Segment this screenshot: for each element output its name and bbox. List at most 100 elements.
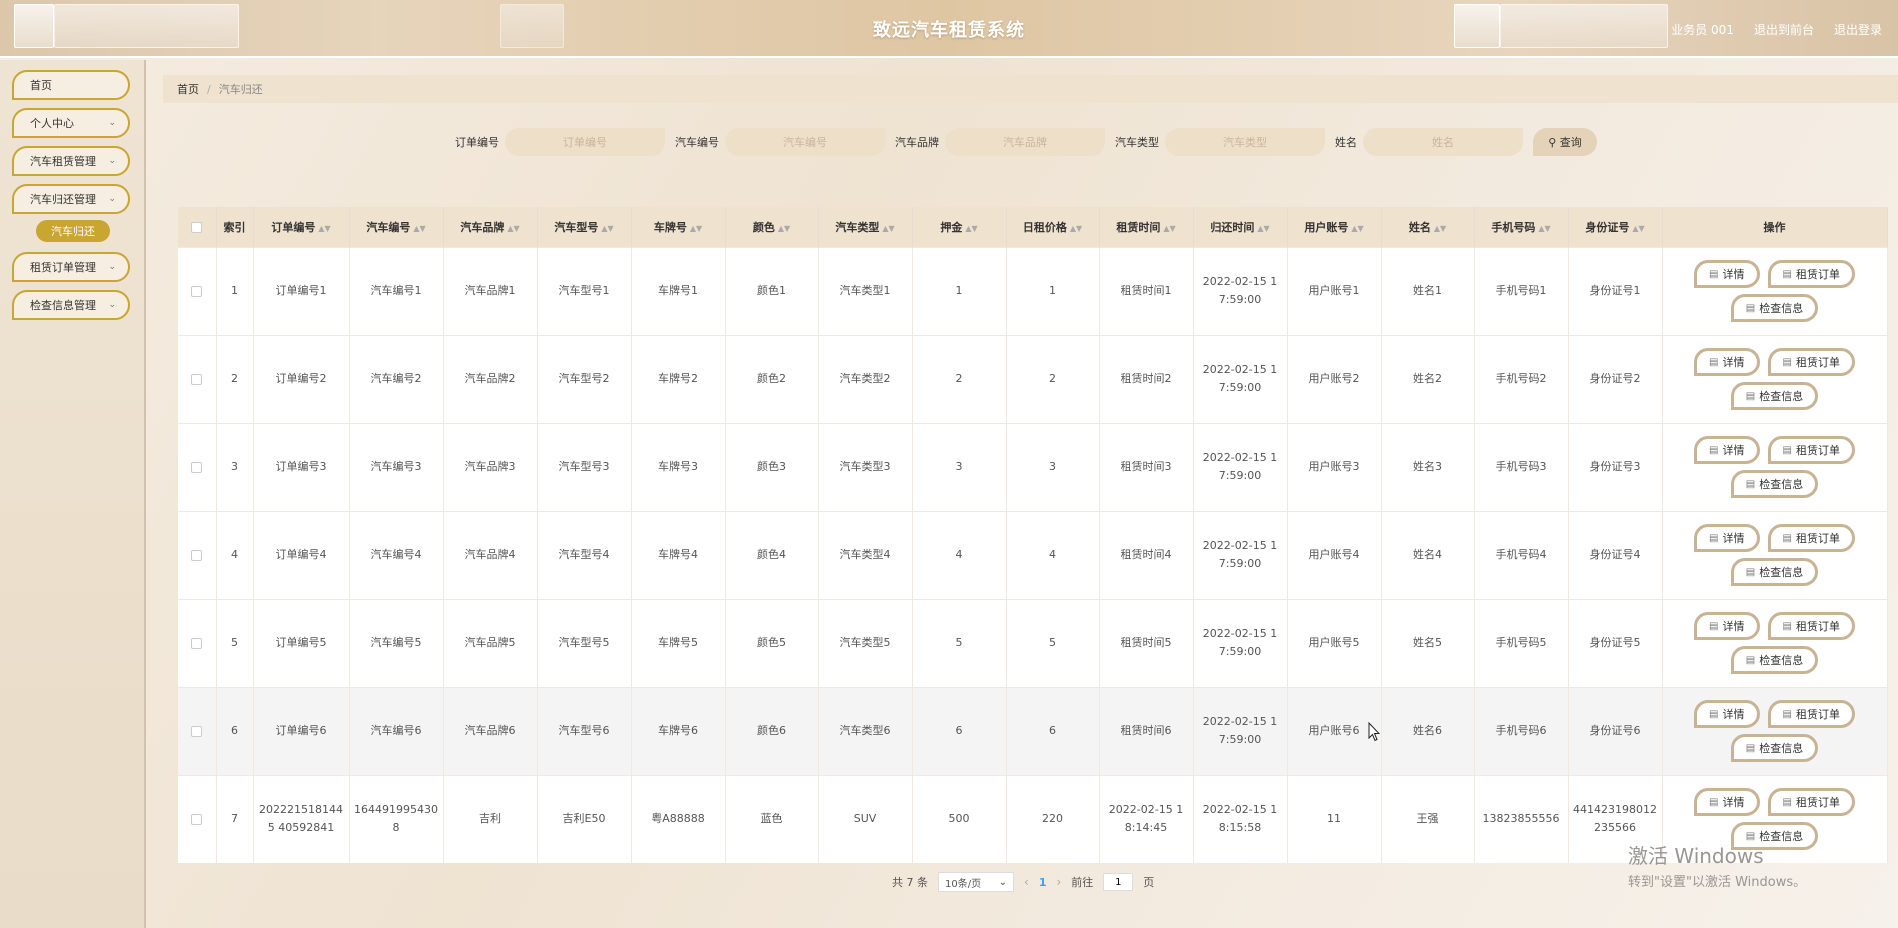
sort-icon[interactable]: ▲▼ [882,224,894,233]
detail-button[interactable]: ▤ 详情 [1694,700,1760,728]
detail-button[interactable]: ▤ 详情 [1694,348,1760,376]
sort-icon[interactable]: ▲▼ [507,224,519,233]
table-row[interactable]: 1 订单编号1 汽车编号1 汽车品牌1 汽车型号1 车牌号1 颜色1 汽车类型1 1 1 租赁时间1… [178,246,1888,335]
column-header[interactable]: 租赁时间 ▲▼ [1099,207,1194,247]
table-row[interactable]: 5 订单编号5 汽车编号5 汽车品牌5 汽车型号5 车牌号5 颜色5 汽车类型5 5 5 租赁时间5… [178,598,1888,687]
name-input[interactable] [1363,128,1523,156]
column-header[interactable]: 日租价格 ▲▼ [1006,207,1100,247]
rental-order-button[interactable]: ▤ 租赁订单 [1767,612,1855,640]
row-checkbox[interactable] [191,373,203,385]
sidebar-item-personal[interactable]: 个人中心 ⌄ [12,108,130,138]
row-checkbox[interactable] [191,285,203,297]
sidebar-subitem-car-return[interactable]: 汽车归还 [36,220,110,242]
table-cell-type: 汽车类型2 [818,334,913,423]
row-select-cell[interactable] [178,246,217,335]
sort-icon[interactable]: ▲▼ [965,224,977,233]
page-number[interactable]: 1 [1039,876,1047,889]
logout-link[interactable]: 退出登录 [1834,21,1882,38]
row-select-cell[interactable] [178,686,217,775]
detail-button[interactable]: ▤ 详情 [1694,436,1760,464]
column-header[interactable]: 汽车类型 ▲▼ [818,207,913,247]
sort-icon[interactable]: ▲▼ [690,224,702,233]
order-no-input[interactable] [505,128,665,156]
breadcrumb-home[interactable]: 首页 [177,81,199,97]
rental-order-button[interactable]: ▤ 租赁订单 [1767,260,1855,288]
page-size-select[interactable]: 10条/页 ⌄ [938,872,1014,892]
row-select-cell[interactable] [178,510,217,599]
sidebar-item-order-mgmt[interactable]: 租赁订单管理 ⌄ [12,252,130,282]
rental-order-button[interactable]: ▤ 租赁订单 [1767,788,1855,817]
row-select-cell[interactable] [178,598,217,687]
sort-icon[interactable]: ▲▼ [1538,224,1550,233]
column-header[interactable]: 用户账号 ▲▼ [1287,207,1382,247]
column-header[interactable]: 手机号码 ▲▼ [1474,207,1569,247]
sort-icon[interactable]: ▲▼ [601,224,613,233]
sort-icon[interactable]: ▲▼ [1632,224,1644,233]
sort-icon[interactable]: ▲▼ [413,224,425,233]
row-select-cell[interactable] [178,334,217,423]
goto-page-input[interactable] [1103,873,1134,891]
table-row[interactable]: 2 订单编号2 汽车编号2 汽车品牌2 汽车型号2 车牌号2 颜色2 汽车类型2 2 2 租赁时间2… [178,334,1888,423]
document-icon: ▤ [1782,356,1792,368]
row-checkbox[interactable] [191,813,203,825]
column-header[interactable]: 订单编号 ▲▼ [253,207,350,247]
user-name: 业务员 001 [1671,23,1734,37]
inspect-info-button[interactable]: ▤ 检查信息 [1730,294,1819,322]
rental-order-button[interactable]: ▤ 租赁订单 [1767,524,1855,552]
column-header[interactable]: 身份证号 ▲▼ [1568,207,1663,247]
sidebar-item-rental-mgmt[interactable]: 汽车租赁管理 ⌄ [12,146,130,176]
sidebar-item-home[interactable]: 首页 [12,70,130,100]
table-cell-idno: 身份证号1 [1568,246,1663,335]
column-header[interactable]: 汽车品牌 ▲▼ [443,207,538,247]
rental-order-button[interactable]: ▤ 租赁订单 [1767,436,1855,464]
sort-icon[interactable]: ▲▼ [1434,224,1446,233]
brand-input[interactable] [945,128,1105,156]
row-select-cell[interactable] [178,422,217,511]
column-header[interactable]: 车牌号 ▲▼ [631,207,726,247]
sidebar-item-label: 租赁订单管理 [30,261,96,274]
sidebar-item-inspect-mgmt[interactable]: 检查信息管理 ⌄ [12,290,130,320]
sort-icon[interactable]: ▲▼ [1070,224,1082,233]
car-no-input[interactable] [725,128,885,156]
next-page-icon[interactable]: › [1056,875,1061,889]
column-header[interactable]: 汽车编号 ▲▼ [349,207,444,247]
select-all-header[interactable] [178,207,217,247]
select-all-checkbox[interactable] [191,221,203,233]
inspect-info-button[interactable]: ▤ 检查信息 [1730,382,1819,410]
sort-icon[interactable]: ▲▼ [318,224,330,233]
sort-icon[interactable]: ▲▼ [1257,224,1269,233]
column-header[interactable]: 归还时间 ▲▼ [1193,207,1288,247]
detail-button[interactable]: ▤ 详情 [1694,788,1760,817]
inspect-info-button[interactable]: ▤ 检查信息 [1730,646,1819,674]
row-checkbox[interactable] [191,549,203,561]
rental-order-button[interactable]: ▤ 租赁订单 [1767,348,1855,376]
sort-icon[interactable]: ▲▼ [1163,224,1175,233]
row-checkbox[interactable] [191,461,203,473]
table-cell-index: 4 [216,510,254,599]
inspect-info-button[interactable]: ▤ 检查信息 [1730,734,1819,762]
inspect-info-button[interactable]: ▤ 检查信息 [1730,558,1819,586]
prev-page-icon[interactable]: ‹ [1024,875,1029,889]
row-checkbox[interactable] [191,725,203,737]
row-select-cell[interactable] [178,774,217,863]
sort-icon[interactable]: ▲▼ [778,224,790,233]
column-header[interactable]: 姓名 ▲▼ [1381,207,1475,247]
query-button[interactable]: ⚲ 查询 [1533,128,1597,156]
type-input[interactable] [1165,128,1325,156]
detail-button[interactable]: ▤ 详情 [1694,260,1760,288]
detail-button[interactable]: ▤ 详情 [1694,524,1760,552]
column-header[interactable]: 汽车型号 ▲▼ [537,207,632,247]
sort-icon[interactable]: ▲▼ [1351,224,1363,233]
inspect-info-button[interactable]: ▤ 检查信息 [1730,470,1819,498]
row-checkbox[interactable] [191,637,203,649]
table-row[interactable]: 6 订单编号6 汽车编号6 汽车品牌6 汽车型号6 车牌号6 颜色6 汽车类型6 6 6 租赁时间6… [178,686,1888,775]
detail-button[interactable]: ▤ 详情 [1694,612,1760,640]
column-header[interactable]: 颜色 ▲▼ [725,207,819,247]
table-row[interactable]: 4 订单编号4 汽车编号4 汽车品牌4 汽车型号4 车牌号4 颜色4 汽车类型4 4 4 租赁时间4… [178,510,1888,599]
table-row[interactable]: 3 订单编号3 汽车编号3 汽车品牌3 汽车型号3 车牌号3 颜色3 汽车类型3 3 3 租赁时间3… [178,422,1888,511]
column-header[interactable]: 押金 ▲▼ [912,207,1007,247]
sidebar-item-return-mgmt[interactable]: 汽车归还管理 ⌄ [12,184,130,214]
table-cell-idno: 身份证号3 [1568,422,1663,511]
exit-to-front-link[interactable]: 退出到前台 [1754,21,1814,38]
rental-order-button[interactable]: ▤ 租赁订单 [1767,700,1855,728]
